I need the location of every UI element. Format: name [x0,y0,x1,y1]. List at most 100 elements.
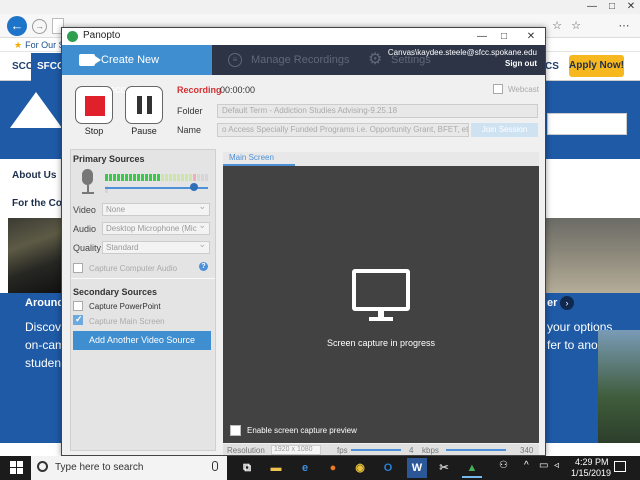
around-title: Around [25,297,65,309]
capture-powerpoint-checkbox[interactable] [73,301,83,311]
site-search-input[interactable] [547,113,627,135]
video-camera-icon [79,54,101,66]
fps-label: fps [337,446,348,455]
audio-meter-segment [161,174,164,181]
kbps-label: kbps [422,446,439,455]
volume-slider-handle[interactable] [190,183,198,191]
browser-settings-icon[interactable]: ⋯ [615,18,633,34]
enable-preview-checkbox[interactable] [230,425,241,436]
snipping-tool-icon[interactable]: ✂ [434,458,454,478]
sidebar-for-the[interactable]: For the Con [12,198,68,209]
capture-settings-bar: Resolution 1920 x 1080 fps 4 kbps 340 [223,444,539,455]
clock-time[interactable]: 4:29 PM [575,457,609,467]
stop-icon [85,96,105,116]
recording-name-input[interactable]: o Access Specially Funded Programs i.e. … [217,123,469,137]
apply-now-button[interactable]: Apply Now! [569,55,624,77]
quality-label: Quality [73,243,102,253]
audio-meter-segment [125,174,128,181]
audio-meter-segment [121,174,124,181]
task-view-icon[interactable]: ⧉ [237,458,257,478]
panopto-maximize-button[interactable]: □ [494,29,514,44]
video-label: Video [73,205,96,215]
join-session-button[interactable]: Join Session [471,123,538,137]
edge-icon[interactable]: e [295,458,315,478]
around-text-line: studen [25,356,62,370]
browser-close-button[interactable]: ✕ [619,0,640,14]
audio-source-select[interactable]: Desktop Microphone (Mic [102,222,210,235]
audio-meter-segment [137,174,140,181]
monitor-icon [369,317,393,321]
chevron-up-icon[interactable]: ^ [524,460,529,471]
taskbar-search-input[interactable]: Type here to search [55,462,143,473]
audio-meter-segment [181,174,184,181]
list-icon: ≡ [228,53,242,67]
chevron-right-icon[interactable]: › [560,296,574,310]
video-source-select[interactable]: None [102,203,210,216]
webcast-checkbox[interactable] [493,84,503,94]
fps-slider[interactable] [351,449,401,451]
forward-arrow-icon[interactable]: → [32,19,47,34]
sidebar-about-us[interactable]: About Us [12,170,56,181]
resolution-input[interactable]: 1920 x 1080 [271,445,321,455]
audio-meter-segment [201,174,204,181]
microphone-icon [82,169,93,185]
microphone-icon[interactable] [212,461,218,471]
windows-start-icon[interactable] [10,461,23,474]
name-label: Name [177,125,202,135]
pause-icon [137,96,142,114]
clock-date[interactable]: 1/15/2019 [571,468,611,478]
capture-status-text: Screen capture in progress [326,338,436,348]
volume-icon[interactable]: ◃ [554,460,559,471]
capture-computer-audio-checkbox[interactable] [73,263,83,273]
fps-value: 4 [409,446,414,455]
microphone-icon [82,192,94,194]
divider [71,278,215,279]
audio-meter-segment [141,174,144,181]
outlook-icon[interactable]: O [378,458,398,478]
webcast-label: Webcast [508,85,539,94]
tab-manage-recordings[interactable]: Manage Recordings [251,45,349,75]
microphone-icon [87,185,89,192]
back-arrow-icon[interactable]: ← [7,16,27,36]
stop-label: Stop [84,126,104,136]
pause-button[interactable] [125,86,163,124]
panopto-close-button[interactable]: ✕ [521,29,541,44]
favorites-icon[interactable]: ☆ [567,18,585,34]
sign-out-link[interactable]: Sign out [505,59,537,68]
nav-tab-fragment[interactable]: CS [545,53,559,81]
add-video-source-button[interactable]: Add Another Video Source [73,331,211,350]
capture-main-screen-checkbox[interactable] [73,314,83,325]
audio-meter-segment [177,174,180,181]
firefox-icon[interactable]: ● [323,458,343,478]
tab-main-screen[interactable]: Main Screen [223,152,295,166]
gear-icon: ⚙ [368,51,383,68]
panopto-minimize-button[interactable]: — [472,29,492,44]
audio-meter-segment [165,174,168,181]
audio-meter-segment [129,174,132,181]
audio-meter-segment [133,174,136,181]
chrome-icon[interactable]: ◉ [350,458,370,478]
panopto-taskbar-icon[interactable]: ▲ [462,458,482,478]
network-icon[interactable]: ▭ [539,460,548,471]
stop-button[interactable] [75,86,113,124]
file-explorer-icon[interactable]: ▬ [266,458,286,478]
campus-photo-right [545,218,640,293]
audio-meter-segment [117,174,120,181]
folder-select[interactable]: Default Term - Addiction Studies Advisin… [217,104,538,118]
audio-meter-segment [113,174,116,181]
resolution-label: Resolution [227,446,265,455]
recording-timer: 00:00:00 [220,85,256,95]
quality-select[interactable]: Standard [102,241,210,254]
audio-meter-segment [193,174,196,181]
notifications-icon[interactable] [614,461,626,472]
kbps-slider[interactable] [446,449,506,451]
college-logo-icon [10,92,62,128]
people-icon[interactable]: ⚇ [499,460,508,471]
monitor-icon [352,269,410,311]
audio-label: Audio [73,224,97,234]
favorite-star-icon[interactable]: ☆ [548,18,566,34]
help-icon[interactable]: ? [199,262,208,271]
audio-meter-segment [205,174,208,181]
audio-meter-segment [149,174,152,181]
word-icon[interactable]: W [407,458,427,478]
